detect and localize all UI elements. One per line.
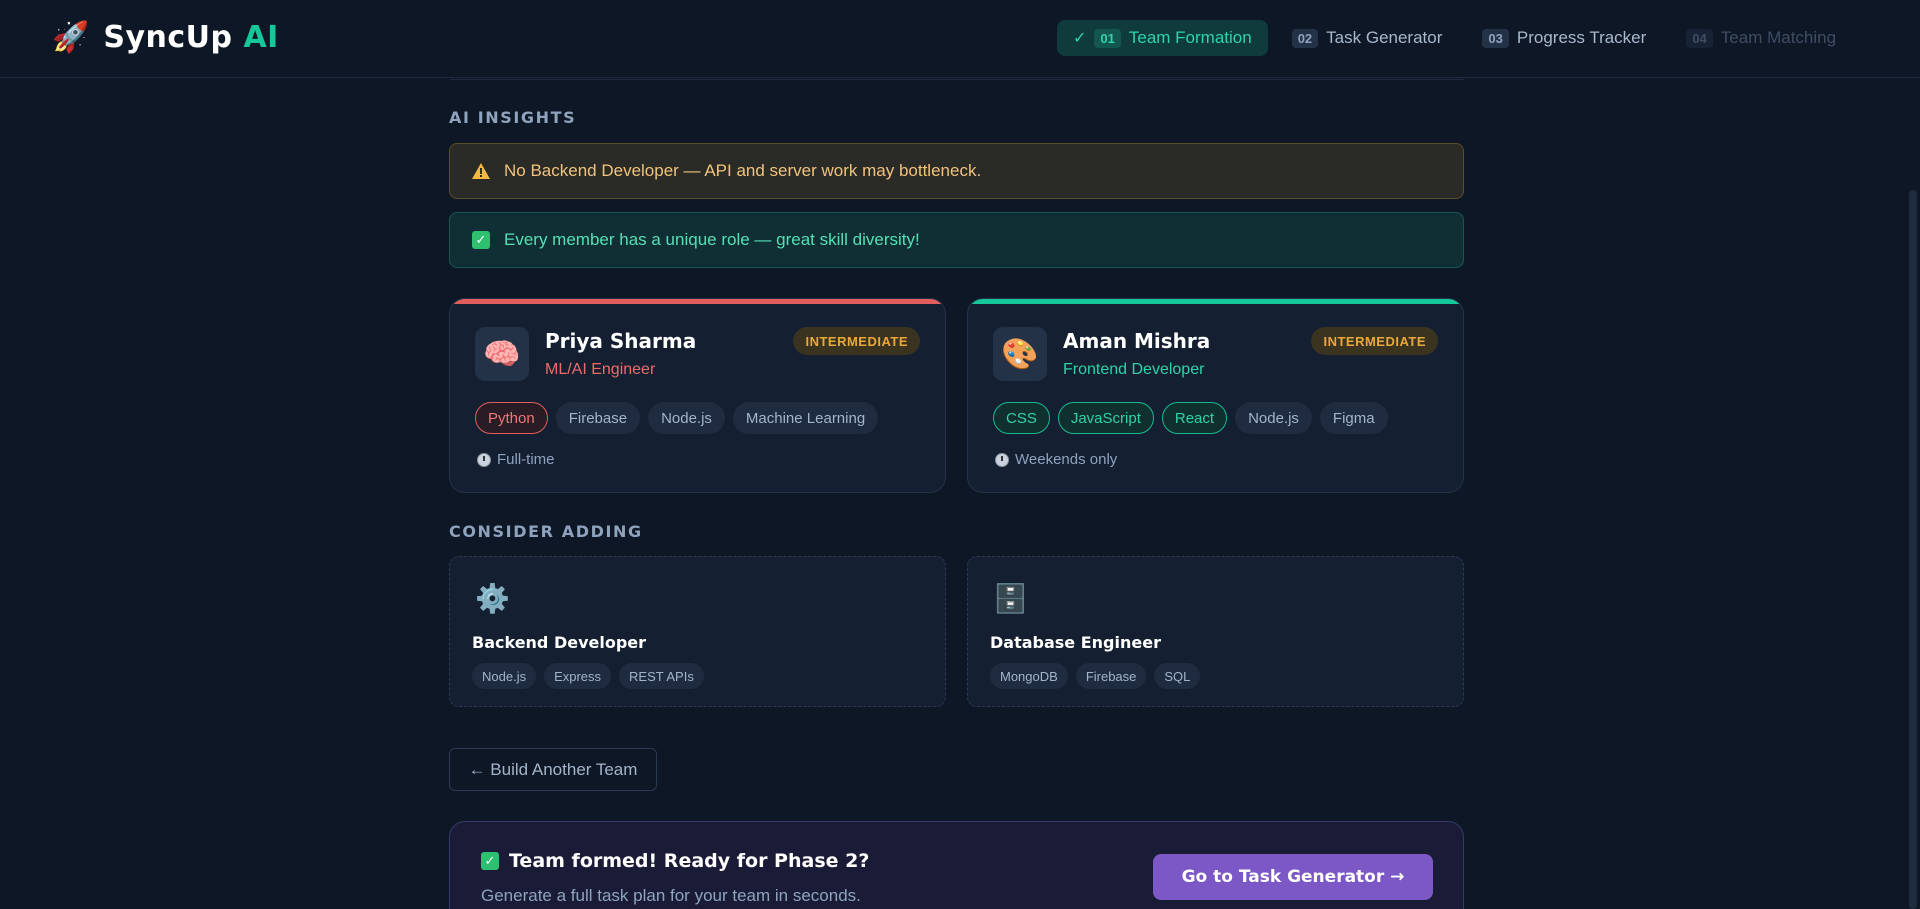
skill-tag: Node.js	[472, 663, 537, 689]
clock-icon	[477, 452, 491, 467]
step-number: 04	[1686, 28, 1713, 48]
suggested-role-tags: MongoDB Firebase SQL	[990, 663, 1201, 689]
checkbox-icon: ✓	[472, 231, 490, 249]
member-name: Aman Mishra	[1063, 329, 1211, 353]
skill-tag: Firebase	[1075, 663, 1147, 689]
availability: Weekends only	[995, 451, 1117, 468]
suggested-role-card[interactable]: 🗄️ Database Engineer MongoDB Firebase SQ…	[967, 556, 1464, 707]
phase-steps: ✓ 01 Team Formation 02 Task Generator 03…	[1057, 20, 1852, 56]
step-task-generator[interactable]: 02 Task Generator	[1276, 20, 1459, 56]
page-scrollbar[interactable]	[1906, 78, 1920, 909]
success-alert: ✓ Every member has a unique role — great…	[449, 212, 1464, 268]
app-logo[interactable]: 🚀 SyncUp AI	[52, 20, 279, 55]
member-card: 🎨 Aman Mishra Frontend Developer INTERME…	[967, 298, 1464, 493]
check-icon: ✓	[1073, 30, 1087, 47]
warning-icon	[472, 163, 490, 179]
checkbox-icon: ✓	[481, 852, 499, 870]
suggested-role-title: Backend Developer	[472, 633, 647, 652]
build-another-team-button[interactable]: ← Build Another Team	[449, 748, 657, 791]
step-label: Team Formation	[1128, 28, 1252, 47]
level-badge: INTERMEDIATE	[793, 327, 920, 355]
banner-subtitle: Generate a full task plan for your team …	[481, 886, 861, 905]
file-cabinet-icon: 🗄️	[993, 583, 1028, 614]
skill-tag: Node.js	[1235, 402, 1312, 434]
brain-icon: 🧠	[475, 327, 529, 381]
suggested-role-card[interactable]: ⚙️ Backend Developer Node.js Express RES…	[449, 556, 946, 707]
suggested-role-title: Database Engineer	[990, 633, 1161, 652]
skill-tag: Python	[475, 402, 548, 434]
clock-icon	[995, 452, 1009, 467]
consider-adding-heading: CONSIDER ADDING	[449, 522, 643, 541]
skill-tag: Machine Learning	[732, 402, 879, 434]
palette-icon: 🎨	[993, 327, 1047, 381]
member-role: Frontend Developer	[1063, 361, 1205, 378]
availability: Full-time	[477, 451, 555, 468]
skill-tags: Python Firebase Node.js Machine Learning	[475, 402, 879, 434]
skill-tag: SQL	[1154, 663, 1201, 689]
scrollbar-thumb[interactable]	[1909, 190, 1917, 909]
banner-title-text: Team formed! Ready for Phase 2?	[509, 850, 870, 872]
warning-text: No Backend Developer — API and server wo…	[504, 161, 982, 180]
ai-insights-heading: AI INSIGHTS	[449, 108, 577, 127]
skill-tag: Figma	[1319, 402, 1388, 434]
skill-tags: CSS JavaScript React Node.js Figma	[993, 402, 1388, 434]
step-label: Task Generator	[1326, 28, 1443, 47]
banner-title: ✓ Team formed! Ready for Phase 2?	[481, 850, 869, 872]
suggested-role-tags: Node.js Express REST APIs	[472, 663, 704, 689]
availability-text: Full-time	[497, 451, 555, 468]
card-accent-bar	[968, 299, 1463, 304]
step-team-formation[interactable]: ✓ 01 Team Formation	[1057, 20, 1268, 56]
gear-icon: ⚙️	[475, 583, 510, 614]
success-text: Every member has a unique role — great s…	[504, 230, 920, 249]
previous-section-edge	[449, 78, 1464, 80]
step-label: Team Matching	[1720, 28, 1837, 47]
step-number: 01	[1094, 28, 1121, 48]
member-name: Priya Sharma	[545, 329, 697, 353]
skill-tag: Node.js	[648, 402, 725, 434]
skill-tag: Express	[544, 663, 612, 689]
skill-tag: REST APIs	[619, 663, 704, 689]
member-role: ML/AI Engineer	[545, 361, 656, 378]
skill-tag: MongoDB	[990, 663, 1068, 689]
top-header: 🚀 SyncUp AI ✓ 01 Team Formation 02 Task …	[0, 0, 1920, 78]
app-name: SyncUp AI	[103, 20, 279, 55]
rocket-icon: 🚀	[52, 20, 90, 54]
step-team-matching: 04 Team Matching	[1670, 20, 1852, 56]
step-number: 03	[1482, 28, 1509, 48]
skill-tag: React	[1161, 402, 1228, 434]
step-progress-tracker[interactable]: 03 Progress Tracker	[1466, 20, 1662, 56]
skill-tag: JavaScript	[1057, 402, 1154, 434]
go-to-task-generator-button[interactable]: Go to Task Generator →	[1153, 854, 1433, 900]
skill-tag: Firebase	[555, 402, 641, 434]
warning-alert: No Backend Developer — API and server wo…	[449, 143, 1464, 199]
level-badge: INTERMEDIATE	[1311, 327, 1438, 355]
step-label: Progress Tracker	[1516, 28, 1647, 47]
availability-text: Weekends only	[1015, 451, 1118, 468]
card-accent-bar	[450, 299, 945, 304]
next-phase-banner: ✓ Team formed! Ready for Phase 2? Genera…	[449, 821, 1464, 909]
skill-tag: CSS	[993, 402, 1050, 434]
step-number: 02	[1291, 28, 1319, 48]
member-card: 🧠 Priya Sharma ML/AI Engineer INTERMEDIA…	[449, 298, 946, 493]
